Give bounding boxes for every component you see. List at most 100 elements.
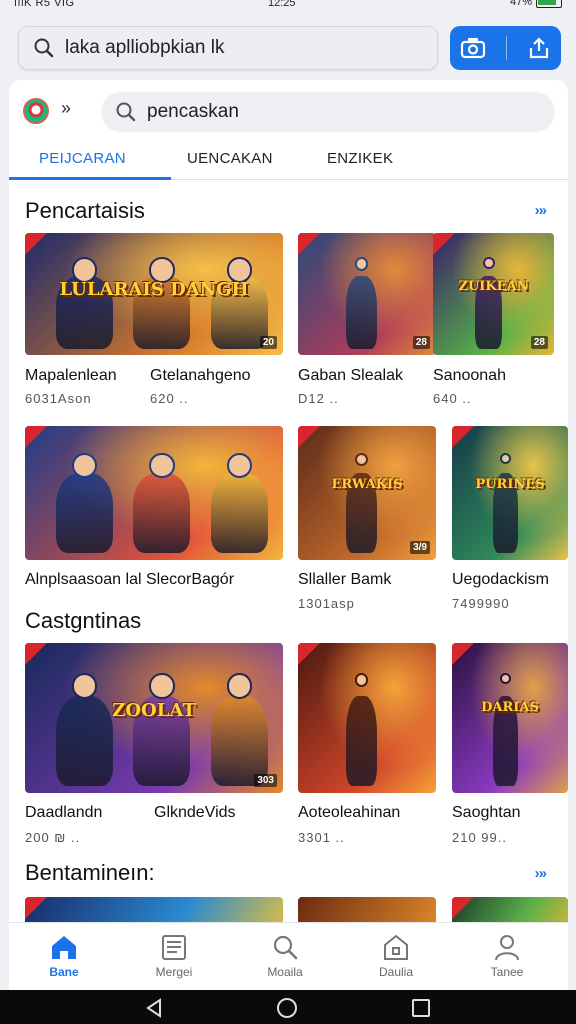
home-circle-icon[interactable] — [276, 997, 298, 1019]
art-title-logo: DARIAS — [481, 700, 539, 715]
app-meta: 640 .. — [433, 391, 472, 406]
bottom-nav: Bane Mergei Moaila Daulia Tanee — [9, 922, 568, 986]
badge-icon — [433, 233, 455, 255]
section-title: Bentamineın: — [25, 860, 155, 885]
home-icon — [52, 936, 76, 959]
top-search-input[interactable] — [65, 37, 425, 59]
app-name[interactable]: Mapalenlean — [25, 367, 117, 385]
app-tile-saoghtan[interactable]: DARIAS — [452, 643, 568, 793]
art-title-logo: ERWAKIS — [331, 476, 403, 492]
badge-icon — [452, 643, 474, 665]
character-head — [499, 673, 512, 685]
tab-bar: PEIJCARAN UENCAKAN ENZIKEK — [9, 142, 568, 180]
nav-home[interactable]: Bane — [9, 923, 119, 987]
see-more-arrow-icon[interactable]: ›» — [535, 202, 547, 219]
app-meta: 620 .. — [150, 391, 189, 406]
rating-tag: 28 — [530, 336, 548, 349]
top-search-bar[interactable] — [18, 26, 438, 70]
app-tile-daadlandn[interactable]: ZOOLAT 303 — [25, 643, 283, 793]
app-tile-uegodackism[interactable]: PURINES — [452, 426, 568, 560]
store-icon — [384, 934, 408, 960]
nav-tanee[interactable]: Tanee — [452, 923, 562, 987]
app-name[interactable]: Sanoonah — [433, 367, 506, 385]
app-name[interactable]: Alnplsaasoan lal SlecorBagór — [25, 571, 234, 589]
battery-icon — [536, 0, 562, 8]
nav-mergei[interactable]: Mergei — [119, 923, 229, 987]
tab-uencakan[interactable]: UENCAKAN — [187, 150, 273, 167]
app-meta: 6031Ason — [25, 391, 92, 406]
app-name[interactable]: Uegodackism — [452, 571, 549, 589]
app-name[interactable]: Daadlandn — [25, 804, 102, 822]
app-meta: 200 ₪ .. — [25, 830, 81, 845]
section-title: Pencartaisis — [25, 198, 145, 223]
character-head — [71, 673, 98, 699]
recents-icon[interactable] — [411, 998, 431, 1018]
button-divider — [506, 36, 507, 60]
character-head — [149, 452, 175, 479]
app-tile-alnplsaasoan[interactable] — [25, 426, 283, 560]
rating-tag: 3/9 — [410, 541, 430, 554]
search-icon — [273, 935, 298, 960]
action-button-group — [450, 26, 561, 70]
character-figure — [133, 472, 191, 554]
share-icon[interactable] — [527, 36, 551, 60]
app-name[interactable]: GlkndeVids — [154, 804, 236, 822]
app-name[interactable]: Sllaller Bamk — [298, 571, 391, 589]
app-name[interactable]: Gaban Slealak — [298, 367, 403, 385]
inner-search-input[interactable] — [147, 101, 527, 123]
nav-label: Daulia — [378, 965, 414, 979]
badge-icon — [25, 233, 47, 255]
badge-icon — [452, 897, 474, 919]
character-head — [226, 673, 253, 699]
app-tile-gaban-slealak[interactable]: 28 — [298, 233, 436, 355]
rating-tag: 20 — [259, 336, 277, 349]
character-figure — [210, 472, 268, 554]
system-nav-bar — [0, 990, 576, 1024]
app-tile-aoteoleahinan[interactable] — [298, 643, 436, 793]
tab-peijcaran[interactable]: PEIJCARAN — [39, 150, 126, 167]
nav-label: Moaila — [267, 965, 303, 979]
app-meta: 1301asp — [298, 596, 355, 611]
nav-daulia[interactable]: Daulia — [341, 923, 451, 987]
badge-icon — [25, 643, 47, 665]
character-figure — [346, 275, 377, 349]
character-head — [354, 452, 369, 467]
app-tile-mapalenlean[interactable]: LULARAIS DANGH 20 — [25, 233, 283, 355]
app-name[interactable]: Aoteoleahinan — [298, 804, 400, 822]
back-icon[interactable] — [144, 998, 164, 1018]
app-tile-sllaller-bamk[interactable]: ERWAKIS 3/9 — [298, 426, 436, 560]
active-tab-indicator — [9, 177, 171, 180]
status-signal: ıılK R5 VIG — [14, 0, 75, 9]
tab-enzikek[interactable]: ENZIKEK — [327, 150, 393, 167]
nav-label: Tanee — [490, 965, 524, 979]
badge-icon — [25, 426, 47, 448]
forward-chevron-icon[interactable]: ›› — [61, 98, 71, 119]
art-title-logo: LULARAIS DANGH — [59, 279, 249, 301]
section-title: Castgntinas — [25, 608, 142, 633]
app-name[interactable]: Saoghtan — [452, 804, 521, 822]
character-head — [354, 257, 369, 272]
app-meta: 210 99.. — [452, 830, 507, 845]
app-name[interactable]: Gtelanahgeno — [150, 367, 251, 385]
badge-icon — [25, 897, 47, 919]
app-logo-icon[interactable] — [23, 98, 49, 124]
nav-label: Bane — [49, 965, 79, 979]
character-figure — [346, 695, 377, 786]
person-icon — [495, 935, 519, 961]
badge-icon — [298, 233, 320, 255]
camera-icon[interactable] — [460, 36, 486, 60]
rating-tag: 28 — [412, 336, 430, 349]
character-head — [482, 257, 495, 270]
nav-moaila[interactable]: Moaila — [230, 923, 340, 987]
status-right: 47% — [510, 0, 562, 8]
see-more-arrow-icon[interactable]: ›» — [535, 865, 547, 882]
badge-icon — [298, 643, 320, 665]
status-bar: ıılK R5 VIG 12:25 47% — [0, 0, 576, 14]
app-tile-sanoonah[interactable]: ZUIKEAN 28 — [433, 233, 554, 355]
character-head — [149, 673, 175, 699]
app-meta: D12 .. — [298, 391, 339, 406]
status-time: 12:25 — [268, 0, 296, 9]
inner-search-bar[interactable] — [101, 92, 555, 132]
search-icon — [116, 102, 136, 122]
character-figure — [55, 472, 113, 554]
